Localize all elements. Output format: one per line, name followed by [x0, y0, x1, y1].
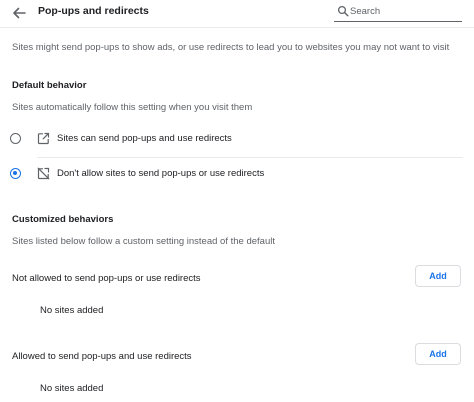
search-icon: [337, 5, 349, 17]
allowed-list-empty: No sites added: [40, 383, 104, 394]
page-description: Sites might send pop-ups to show ads, or…: [12, 42, 450, 53]
page-header: Pop-ups and redirects: [0, 0, 474, 26]
customized-behaviors-heading: Customized behaviors: [12, 214, 114, 225]
page-title: Pop-ups and redirects: [38, 5, 149, 17]
option-allow-popups-label: Sites can send pop-ups and use redirects: [57, 133, 232, 144]
blocked-list-empty: No sites added: [40, 305, 104, 316]
add-allowed-site-button[interactable]: Add: [415, 343, 461, 365]
search-box[interactable]: [334, 3, 462, 22]
option-block-popups[interactable]: Don't allow sites to send pop-ups or use…: [0, 159, 474, 189]
default-behavior-heading: Default behavior: [12, 80, 87, 91]
back-button[interactable]: [10, 4, 28, 22]
option-allow-popups[interactable]: Sites can send pop-ups and use redirects: [0, 124, 474, 154]
open-in-new-icon: [37, 132, 50, 145]
popup-blocked-icon: [37, 167, 50, 180]
radio-allow-popups[interactable]: [10, 133, 21, 144]
customized-behaviors-subtext: Sites listed below follow a custom setti…: [12, 236, 275, 247]
search-input[interactable]: [350, 4, 458, 19]
option-divider: [37, 157, 463, 158]
allowed-list-label: Allowed to send pop-ups and use redirect…: [12, 351, 192, 362]
header-divider: [0, 27, 474, 28]
default-behavior-subtext: Sites automatically follow this setting …: [12, 102, 253, 113]
option-block-popups-label: Don't allow sites to send pop-ups or use…: [57, 168, 265, 179]
radio-block-popups[interactable]: [10, 168, 21, 179]
add-blocked-site-button[interactable]: Add: [415, 265, 461, 287]
arrow-back-icon: [13, 7, 26, 19]
blocked-list-label: Not allowed to send pop-ups or use redir…: [12, 273, 201, 284]
